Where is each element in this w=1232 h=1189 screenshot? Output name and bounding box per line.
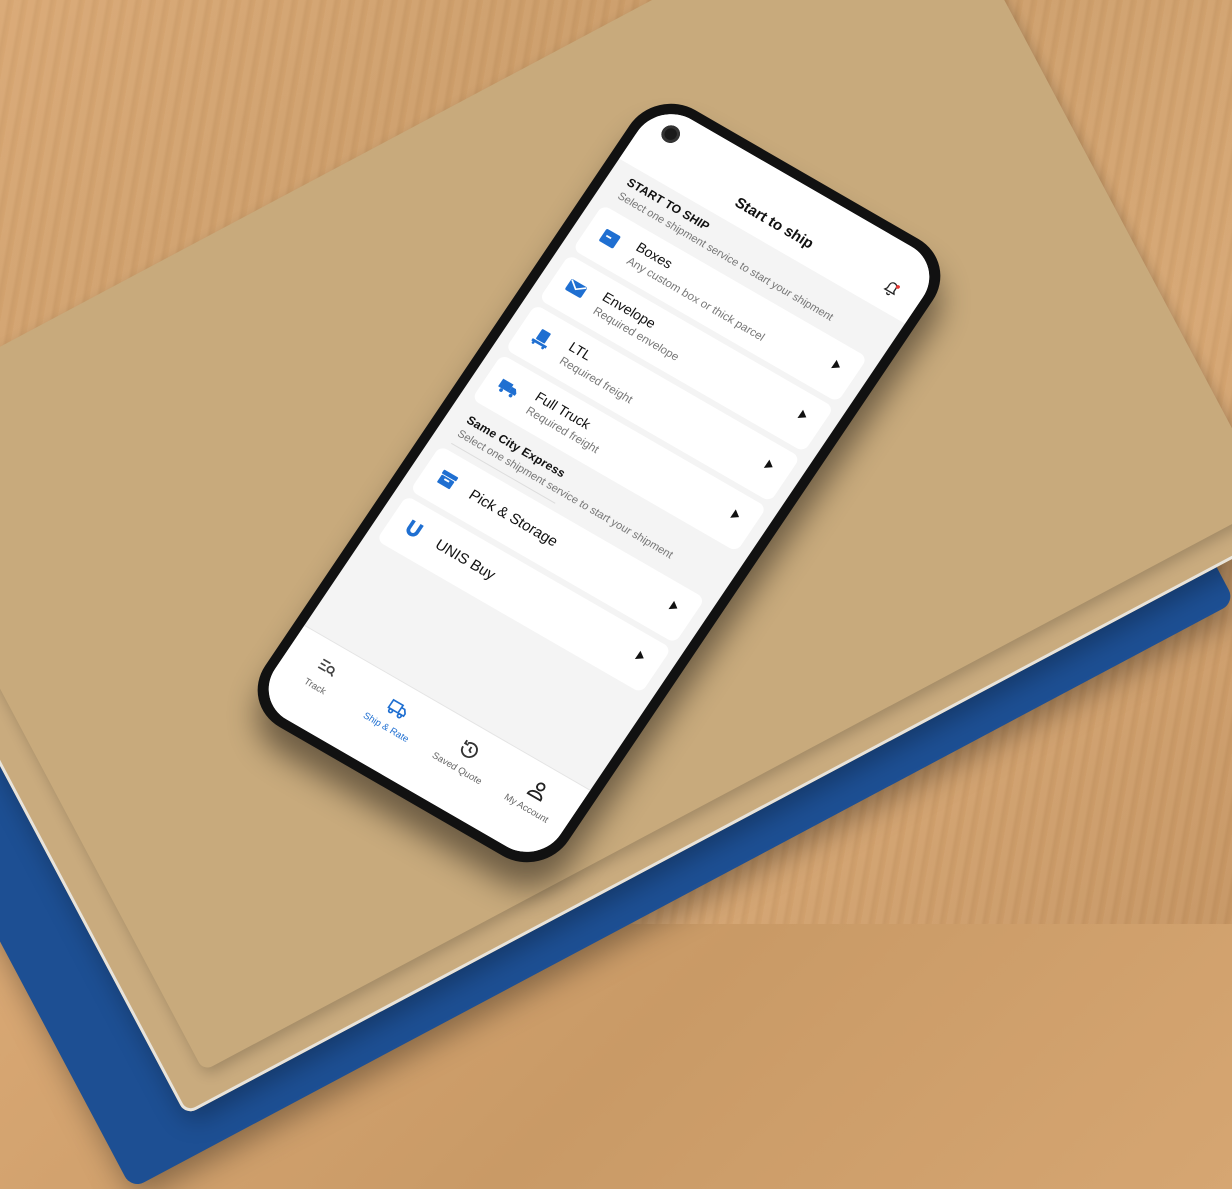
chevron-right-icon xyxy=(797,409,810,422)
storage-icon xyxy=(437,469,459,490)
service-title: UNIS Buy xyxy=(431,536,499,584)
tab-my-account[interactable]: My Account xyxy=(493,763,575,830)
box-icon xyxy=(599,229,621,249)
truck-icon xyxy=(498,378,517,398)
chevron-right-icon xyxy=(763,459,776,472)
history-icon xyxy=(460,739,478,758)
pallet-icon xyxy=(531,329,551,350)
envelope-icon xyxy=(565,279,587,298)
chevron-right-icon xyxy=(668,600,681,613)
tab-ship-rate[interactable]: Ship & Rate xyxy=(352,682,434,749)
unis-logo-icon xyxy=(406,519,424,537)
track-icon xyxy=(317,658,335,677)
tab-saved-quote[interactable]: Saved Quote xyxy=(423,723,505,790)
tab-track[interactable]: Track xyxy=(281,641,363,708)
front-camera xyxy=(657,122,684,147)
chevron-right-icon xyxy=(831,359,843,372)
account-icon xyxy=(526,782,546,802)
chevron-right-icon xyxy=(730,509,742,522)
chevron-right-icon xyxy=(634,650,647,663)
ship-rate-icon xyxy=(387,698,406,719)
